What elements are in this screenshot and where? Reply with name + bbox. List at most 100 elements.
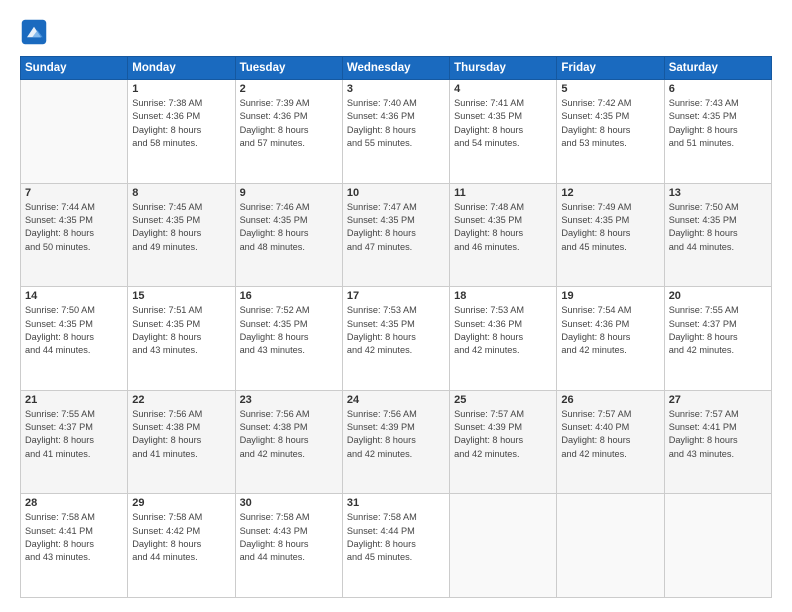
day-number: 9 (240, 187, 338, 199)
weekday-header-saturday: Saturday (664, 57, 771, 80)
day-info: Sunrise: 7:46 AMSunset: 4:35 PMDaylight:… (240, 201, 338, 254)
calendar-cell: 6 Sunrise: 7:43 AMSunset: 4:35 PMDaylight… (664, 80, 771, 184)
day-info: Sunrise: 7:39 AMSunset: 4:36 PMDaylight:… (240, 97, 338, 150)
calendar-cell (664, 494, 771, 598)
calendar-cell: 9 Sunrise: 7:46 AMSunset: 4:35 PMDaylight… (235, 183, 342, 287)
day-number: 3 (347, 83, 445, 95)
weekday-header-row: SundayMondayTuesdayWednesdayThursdayFrid… (21, 57, 772, 80)
day-info: Sunrise: 7:44 AMSunset: 4:35 PMDaylight:… (25, 201, 123, 254)
day-info: Sunrise: 7:53 AMSunset: 4:36 PMDaylight:… (454, 304, 552, 357)
day-number: 31 (347, 497, 445, 509)
day-number: 10 (347, 187, 445, 199)
day-info: Sunrise: 7:43 AMSunset: 4:35 PMDaylight:… (669, 97, 767, 150)
calendar-cell: 22 Sunrise: 7:56 AMSunset: 4:38 PMDayligh… (128, 390, 235, 494)
calendar-cell: 28 Sunrise: 7:58 AMSunset: 4:41 PMDayligh… (21, 494, 128, 598)
calendar-cell (557, 494, 664, 598)
calendar-cell: 11Sunrise: 7:48 AMSunset: 4:35 PMDayligh… (450, 183, 557, 287)
calendar-cell: 18 Sunrise: 7:53 AMSunset: 4:36 PMDayligh… (450, 287, 557, 391)
day-info: Sunrise: 7:56 AMSunset: 4:38 PMDaylight:… (132, 408, 230, 461)
calendar-cell: 2 Sunrise: 7:39 AMSunset: 4:36 PMDaylight… (235, 80, 342, 184)
calendar-cell: 23Sunrise: 7:56 AMSunset: 4:38 PMDayligh… (235, 390, 342, 494)
day-info: Sunrise: 7:50 AMSunset: 4:35 PMDaylight:… (669, 201, 767, 254)
calendar-cell: 25Sunrise: 7:57 AMSunset: 4:39 PMDayligh… (450, 390, 557, 494)
calendar-cell: 4 Sunrise: 7:41 AMSunset: 4:35 PMDaylight… (450, 80, 557, 184)
day-number: 30 (240, 497, 338, 509)
weekday-header-monday: Monday (128, 57, 235, 80)
calendar-week-row: 7 Sunrise: 7:44 AMSunset: 4:35 PMDaylight… (21, 183, 772, 287)
calendar-cell: 13 Sunrise: 7:50 AMSunset: 4:35 PMDayligh… (664, 183, 771, 287)
calendar-cell: 3 Sunrise: 7:40 AMSunset: 4:36 PMDaylight… (342, 80, 449, 184)
calendar-cell: 27Sunrise: 7:57 AMSunset: 4:41 PMDayligh… (664, 390, 771, 494)
calendar-cell: 5 Sunrise: 7:42 AMSunset: 4:35 PMDaylight… (557, 80, 664, 184)
day-number: 7 (25, 187, 123, 199)
day-number: 12 (561, 187, 659, 199)
day-info: Sunrise: 7:55 AMSunset: 4:37 PMDaylight:… (25, 408, 123, 461)
weekday-header-thursday: Thursday (450, 57, 557, 80)
day-number: 1 (132, 83, 230, 95)
day-info: Sunrise: 7:45 AMSunset: 4:35 PMDaylight:… (132, 201, 230, 254)
calendar-table: SundayMondayTuesdayWednesdayThursdayFrid… (20, 56, 772, 598)
day-number: 26 (561, 394, 659, 406)
day-number: 15 (132, 290, 230, 302)
day-info: Sunrise: 7:58 AMSunset: 4:41 PMDaylight:… (25, 511, 123, 564)
day-info: Sunrise: 7:57 AMSunset: 4:41 PMDaylight:… (669, 408, 767, 461)
day-number: 14 (25, 290, 123, 302)
day-number: 2 (240, 83, 338, 95)
calendar-cell: 19 Sunrise: 7:54 AMSunset: 4:36 PMDayligh… (557, 287, 664, 391)
day-info: Sunrise: 7:42 AMSunset: 4:35 PMDaylight:… (561, 97, 659, 150)
logo-icon (20, 18, 48, 46)
day-number: 20 (669, 290, 767, 302)
day-number: 29 (132, 497, 230, 509)
day-info: Sunrise: 7:38 AMSunset: 4:36 PMDaylight:… (132, 97, 230, 150)
day-info: Sunrise: 7:50 AMSunset: 4:35 PMDaylight:… (25, 304, 123, 357)
day-number: 25 (454, 394, 552, 406)
calendar-week-row: 14 Sunrise: 7:50 AMSunset: 4:35 PMDayligh… (21, 287, 772, 391)
calendar-cell: 14 Sunrise: 7:50 AMSunset: 4:35 PMDayligh… (21, 287, 128, 391)
day-info: Sunrise: 7:58 AMSunset: 4:42 PMDaylight:… (132, 511, 230, 564)
calendar-cell: 8Sunrise: 7:45 AMSunset: 4:35 PMDaylight… (128, 183, 235, 287)
day-number: 28 (25, 497, 123, 509)
calendar-cell: 29 Sunrise: 7:58 AMSunset: 4:42 PMDayligh… (128, 494, 235, 598)
day-info: Sunrise: 7:40 AMSunset: 4:36 PMDaylight:… (347, 97, 445, 150)
weekday-header-sunday: Sunday (21, 57, 128, 80)
calendar-cell: 31Sunrise: 7:58 AMSunset: 4:44 PMDayligh… (342, 494, 449, 598)
day-number: 16 (240, 290, 338, 302)
calendar-cell (21, 80, 128, 184)
day-info: Sunrise: 7:52 AMSunset: 4:35 PMDaylight:… (240, 304, 338, 357)
calendar-cell: 1 Sunrise: 7:38 AMSunset: 4:36 PMDaylight… (128, 80, 235, 184)
day-info: Sunrise: 7:56 AMSunset: 4:39 PMDaylight:… (347, 408, 445, 461)
day-number: 11 (454, 187, 552, 199)
day-number: 6 (669, 83, 767, 95)
day-info: Sunrise: 7:51 AMSunset: 4:35 PMDaylight:… (132, 304, 230, 357)
calendar-week-row: 28 Sunrise: 7:58 AMSunset: 4:41 PMDayligh… (21, 494, 772, 598)
day-number: 19 (561, 290, 659, 302)
day-info: Sunrise: 7:54 AMSunset: 4:36 PMDaylight:… (561, 304, 659, 357)
day-number: 5 (561, 83, 659, 95)
day-info: Sunrise: 7:53 AMSunset: 4:35 PMDaylight:… (347, 304, 445, 357)
day-info: Sunrise: 7:47 AMSunset: 4:35 PMDaylight:… (347, 201, 445, 254)
day-info: Sunrise: 7:57 AMSunset: 4:40 PMDaylight:… (561, 408, 659, 461)
day-info: Sunrise: 7:49 AMSunset: 4:35 PMDaylight:… (561, 201, 659, 254)
calendar-week-row: 1 Sunrise: 7:38 AMSunset: 4:36 PMDaylight… (21, 80, 772, 184)
day-number: 4 (454, 83, 552, 95)
day-info: Sunrise: 7:41 AMSunset: 4:35 PMDaylight:… (454, 97, 552, 150)
page-header (20, 18, 772, 46)
calendar-cell: 21Sunrise: 7:55 AMSunset: 4:37 PMDayligh… (21, 390, 128, 494)
calendar-cell: 10 Sunrise: 7:47 AMSunset: 4:35 PMDayligh… (342, 183, 449, 287)
calendar-week-row: 21Sunrise: 7:55 AMSunset: 4:37 PMDayligh… (21, 390, 772, 494)
day-number: 18 (454, 290, 552, 302)
calendar-cell: 12 Sunrise: 7:49 AMSunset: 4:35 PMDayligh… (557, 183, 664, 287)
day-number: 13 (669, 187, 767, 199)
weekday-header-tuesday: Tuesday (235, 57, 342, 80)
day-info: Sunrise: 7:56 AMSunset: 4:38 PMDaylight:… (240, 408, 338, 461)
calendar-cell (450, 494, 557, 598)
weekday-header-friday: Friday (557, 57, 664, 80)
day-number: 22 (132, 394, 230, 406)
calendar-cell: 20 Sunrise: 7:55 AMSunset: 4:37 PMDayligh… (664, 287, 771, 391)
calendar-cell: 26 Sunrise: 7:57 AMSunset: 4:40 PMDayligh… (557, 390, 664, 494)
calendar-cell: 16 Sunrise: 7:52 AMSunset: 4:35 PMDayligh… (235, 287, 342, 391)
calendar-cell: 30Sunrise: 7:58 AMSunset: 4:43 PMDayligh… (235, 494, 342, 598)
calendar-cell: 17Sunrise: 7:53 AMSunset: 4:35 PMDayligh… (342, 287, 449, 391)
weekday-header-wednesday: Wednesday (342, 57, 449, 80)
day-info: Sunrise: 7:55 AMSunset: 4:37 PMDaylight:… (669, 304, 767, 357)
